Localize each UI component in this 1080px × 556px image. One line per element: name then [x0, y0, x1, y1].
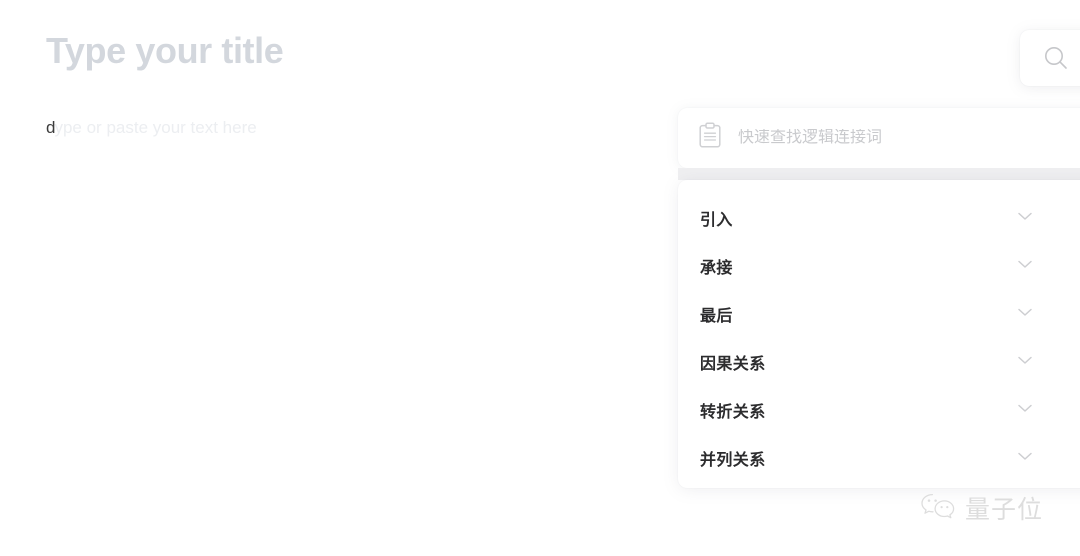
chevron-down-icon[interactable] [1014, 349, 1036, 376]
list-item-label: 转折关系 [700, 404, 766, 421]
chevron-down-icon[interactable] [1014, 397, 1036, 424]
watermark-text: 量子位 [965, 495, 1044, 524]
watermark: 量子位 [920, 492, 1043, 527]
chevron-down-icon[interactable] [1014, 205, 1036, 232]
list-item[interactable]: 转折关系 [678, 386, 1080, 434]
connector-search-bar[interactable] [678, 108, 1080, 168]
list-item[interactable]: 承接 [678, 242, 1080, 290]
list-item[interactable]: 最后 [678, 290, 1080, 338]
panel-divider-band [678, 168, 1080, 180]
connector-category-list: 引入 承接 最后 因果关系 转折关系 并列关系 [678, 180, 1080, 488]
list-item[interactable]: 并列关系 [678, 434, 1080, 482]
chevron-down-icon[interactable] [1014, 445, 1036, 472]
list-item-label: 引入 [700, 212, 733, 229]
document-editor[interactable]: Type your title dype or paste your text … [0, 0, 680, 556]
list-item[interactable]: 因果关系 [678, 338, 1080, 386]
clipboard-icon [697, 121, 723, 155]
document-title-placeholder[interactable]: Type your title [46, 28, 284, 74]
search-icon[interactable] [1041, 43, 1071, 73]
chevron-down-icon[interactable] [1014, 301, 1036, 328]
list-item-label: 并列关系 [700, 452, 766, 469]
wechat-logo-icon [920, 492, 958, 527]
search-button[interactable] [1020, 30, 1080, 86]
list-item-label: 最后 [700, 308, 733, 325]
document-body-placeholder: ype or paste your text here [54, 118, 257, 137]
list-item-label: 承接 [700, 260, 733, 277]
document-body-line[interactable]: dype or paste your text here [46, 114, 257, 142]
connector-search-input[interactable] [738, 129, 1058, 147]
chevron-down-icon[interactable] [1014, 253, 1036, 280]
list-item[interactable]: 引入 [678, 194, 1080, 242]
list-item-label: 因果关系 [700, 356, 766, 373]
